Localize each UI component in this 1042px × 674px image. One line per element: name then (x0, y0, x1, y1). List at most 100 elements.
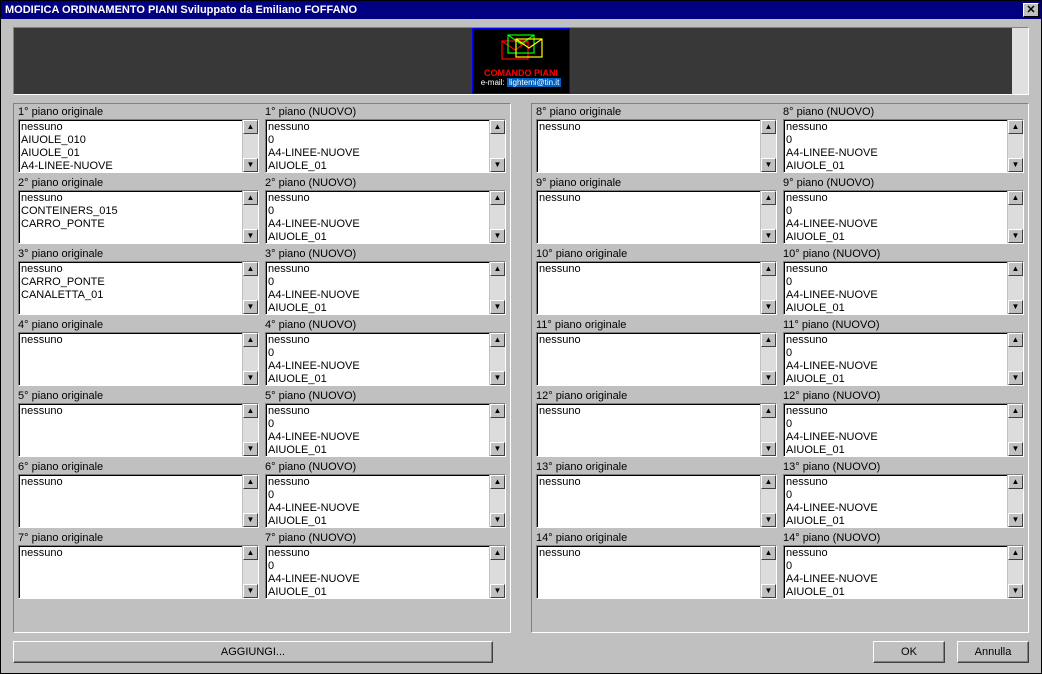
right-originale-1-scrollbar[interactable]: ▲▼ (760, 120, 776, 172)
list-item[interactable]: nessuno (21, 476, 240, 489)
scroll-up-button[interactable]: ▲ (761, 475, 776, 489)
right-nuovo-1-listbox[interactable]: nessuno0A4-LINEE-NUOVEAIUOLE_01▲▼ (783, 119, 1024, 173)
list-item[interactable]: nessuno (786, 405, 1005, 418)
right-originale-5-listbox[interactable]: nessuno▲▼ (536, 403, 777, 457)
scroll-up-button[interactable]: ▲ (1008, 475, 1023, 489)
scroll-up-button[interactable]: ▲ (1008, 546, 1023, 560)
scroll-up-button[interactable]: ▲ (490, 120, 505, 134)
list-item[interactable]: nessuno (21, 405, 240, 418)
scroll-down-button[interactable]: ▼ (761, 584, 776, 598)
list-item[interactable]: nessuno (786, 192, 1005, 205)
list-item[interactable]: A4-LINEE-NUOVE (786, 502, 1005, 515)
scroll-up-button[interactable]: ▲ (243, 475, 258, 489)
right-nuovo-4-scrollbar[interactable]: ▲▼ (1007, 333, 1023, 385)
left-nuovo-2-scrollbar[interactable]: ▲▼ (489, 191, 505, 243)
scroll-down-button[interactable]: ▼ (1008, 513, 1023, 527)
right-nuovo-5-scrollbar[interactable]: ▲▼ (1007, 404, 1023, 456)
list-item[interactable]: nessuno (268, 476, 487, 489)
list-item[interactable]: 0 (268, 276, 487, 289)
list-item[interactable]: AIUOLE_010 (21, 134, 240, 147)
scroll-up-button[interactable]: ▲ (761, 262, 776, 276)
scroll-up-button[interactable]: ▲ (490, 475, 505, 489)
left-originale-7-listbox[interactable]: nessuno▲▼ (18, 545, 259, 599)
right-nuovo-1-scrollbar[interactable]: ▲▼ (1007, 120, 1023, 172)
list-item[interactable]: AIUOLE_01 (268, 586, 487, 598)
list-item[interactable]: A4-LINEE-NUOVE (268, 502, 487, 515)
list-item[interactable]: nessuno (539, 263, 758, 276)
list-item[interactable]: nessuno (786, 263, 1005, 276)
list-item[interactable]: nessuno (539, 192, 758, 205)
right-nuovo-5-listbox[interactable]: nessuno0A4-LINEE-NUOVEAIUOLE_01▲▼ (783, 403, 1024, 457)
left-nuovo-2-listbox[interactable]: nessuno0A4-LINEE-NUOVEAIUOLE_01▲▼ (265, 190, 506, 244)
scroll-up-button[interactable]: ▲ (243, 404, 258, 418)
left-nuovo-6-listbox[interactable]: nessuno0A4-LINEE-NUOVEAIUOLE_01▲▼ (265, 474, 506, 528)
list-item[interactable]: AIUOLE_01 (786, 586, 1005, 598)
left-nuovo-4-listbox[interactable]: nessuno0A4-LINEE-NUOVEAIUOLE_01▲▼ (265, 332, 506, 386)
scroll-down-button[interactable]: ▼ (490, 513, 505, 527)
left-originale-3-scrollbar[interactable]: ▲▼ (242, 262, 258, 314)
scroll-up-button[interactable]: ▲ (761, 404, 776, 418)
list-item[interactable]: nessuno (539, 121, 758, 134)
list-item[interactable]: AIUOLE_01 (786, 160, 1005, 172)
left-nuovo-5-scrollbar[interactable]: ▲▼ (489, 404, 505, 456)
scroll-up-button[interactable]: ▲ (243, 546, 258, 560)
scroll-down-button[interactable]: ▼ (761, 371, 776, 385)
banner-scrollbar[interactable] (1012, 28, 1028, 94)
right-originale-2-listbox[interactable]: nessuno▲▼ (536, 190, 777, 244)
right-nuovo-4-listbox[interactable]: nessuno0A4-LINEE-NUOVEAIUOLE_01▲▼ (783, 332, 1024, 386)
scroll-up-button[interactable]: ▲ (243, 262, 258, 276)
right-nuovo-3-scrollbar[interactable]: ▲▼ (1007, 262, 1023, 314)
left-nuovo-4-scrollbar[interactable]: ▲▼ (489, 333, 505, 385)
list-item[interactable]: 0 (786, 560, 1005, 573)
list-item[interactable]: 0 (786, 205, 1005, 218)
scroll-up-button[interactable]: ▲ (490, 404, 505, 418)
scroll-up-button[interactable]: ▲ (761, 191, 776, 205)
list-item[interactable]: A4-LINEE-NUOVE (268, 360, 487, 373)
scroll-down-button[interactable]: ▼ (243, 300, 258, 314)
left-nuovo-5-listbox[interactable]: nessuno0A4-LINEE-NUOVEAIUOLE_01▲▼ (265, 403, 506, 457)
list-item[interactable]: nessuno (268, 192, 487, 205)
list-item[interactable]: A4-LINEE-NUOVE (786, 573, 1005, 586)
list-item[interactable]: A4-LINEE-NUOVE (268, 218, 487, 231)
list-item[interactable]: nessuno (268, 547, 487, 560)
right-originale-4-scrollbar[interactable]: ▲▼ (760, 333, 776, 385)
scroll-down-button[interactable]: ▼ (1008, 300, 1023, 314)
right-originale-7-listbox[interactable]: nessuno▲▼ (536, 545, 777, 599)
list-item[interactable]: nessuno (21, 263, 240, 276)
scroll-up-button[interactable]: ▲ (490, 546, 505, 560)
left-nuovo-7-scrollbar[interactable]: ▲▼ (489, 546, 505, 598)
left-originale-2-listbox[interactable]: nessunoCONTEINERS_015CARRO_PONTE▲▼ (18, 190, 259, 244)
right-nuovo-7-listbox[interactable]: nessuno0A4-LINEE-NUOVEAIUOLE_01▲▼ (783, 545, 1024, 599)
list-item[interactable]: CARRO_PONTE (21, 218, 240, 231)
left-originale-6-scrollbar[interactable]: ▲▼ (242, 475, 258, 527)
list-item[interactable]: AIUOLE_01 (786, 302, 1005, 314)
right-nuovo-7-scrollbar[interactable]: ▲▼ (1007, 546, 1023, 598)
list-item[interactable]: A4-LINEE-NUOVE (786, 360, 1005, 373)
left-nuovo-3-scrollbar[interactable]: ▲▼ (489, 262, 505, 314)
right-originale-5-scrollbar[interactable]: ▲▼ (760, 404, 776, 456)
right-originale-2-scrollbar[interactable]: ▲▼ (760, 191, 776, 243)
scroll-up-button[interactable]: ▲ (1008, 262, 1023, 276)
list-item[interactable]: nessuno (21, 192, 240, 205)
left-originale-5-listbox[interactable]: nessuno▲ ▼ (18, 403, 259, 457)
left-originale-6-listbox[interactable]: nessuno▲▼ (18, 474, 259, 528)
list-item[interactable]: 0 (268, 347, 487, 360)
scroll-down-button[interactable]: ▼ (761, 158, 776, 172)
list-item[interactable]: 0 (268, 489, 487, 502)
scroll-down-button[interactable]: ▼ (243, 371, 258, 385)
right-originale-3-scrollbar[interactable]: ▲▼ (760, 262, 776, 314)
list-item[interactable]: nessuno (21, 121, 240, 134)
list-item[interactable]: 0 (786, 347, 1005, 360)
scroll-up-button[interactable]: ▲ (761, 120, 776, 134)
scroll-down-button[interactable]: ▼ (761, 300, 776, 314)
list-item[interactable]: A4-LINEE-NUOVE (268, 147, 487, 160)
left-nuovo-3-listbox[interactable]: nessuno0A4-LINEE-NUOVEAIUOLE_01▲▼ (265, 261, 506, 315)
right-nuovo-2-scrollbar[interactable]: ▲▼ (1007, 191, 1023, 243)
scroll-down-button[interactable]: ▼ (243, 442, 258, 456)
scroll-up-button[interactable]: ▲ (243, 333, 258, 347)
list-item[interactable]: nessuno (539, 547, 758, 560)
list-item[interactable]: A4-LINEE-NUOVE (268, 431, 487, 444)
list-item[interactable]: nessuno (21, 547, 240, 560)
scroll-down-button[interactable]: ▼ (490, 158, 505, 172)
left-originale-2-scrollbar[interactable]: ▲▼ (242, 191, 258, 243)
